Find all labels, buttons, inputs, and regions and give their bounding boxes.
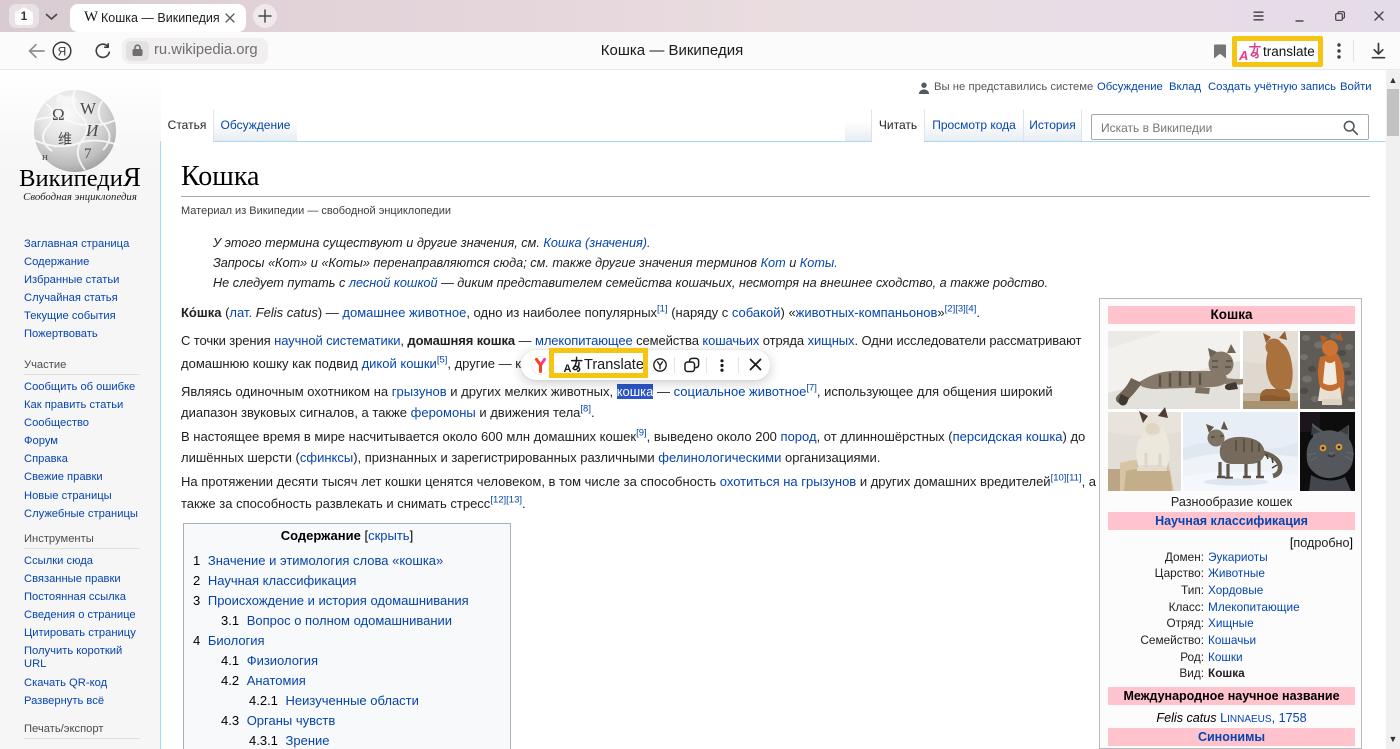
svg-text:Ω: Ω — [52, 105, 65, 124]
svg-text:W: W — [80, 99, 97, 118]
svg-text:7: 7 — [84, 146, 92, 162]
svg-text:A: A — [1239, 48, 1248, 61]
svg-text:维: 维 — [58, 132, 72, 148]
svg-text:И: И — [85, 121, 100, 140]
